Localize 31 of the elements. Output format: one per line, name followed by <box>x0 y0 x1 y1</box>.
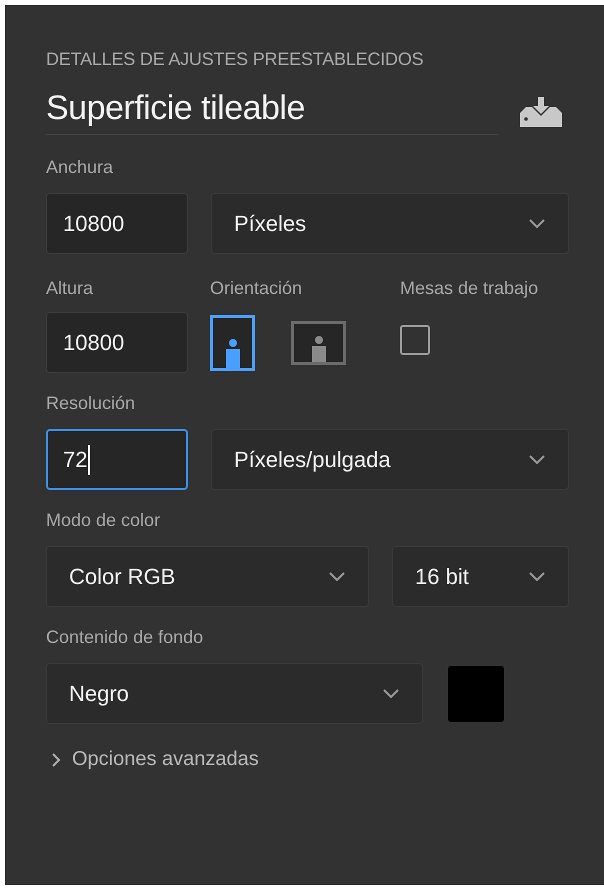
width-label: Anchura <box>46 157 114 179</box>
preset-name-field[interactable]: Superficie tileable <box>46 89 498 135</box>
chevron-down-icon <box>528 218 546 229</box>
portrait-orientation-button[interactable] <box>210 314 255 370</box>
chevron-down-icon <box>528 571 546 582</box>
width-field[interactable]: 10800 <box>46 193 188 254</box>
chevron-right-icon <box>50 752 62 768</box>
color-swatch[interactable] <box>448 666 504 722</box>
artboards-label: Mesas de trabajo <box>400 278 538 298</box>
background-label: Contenido de fondo <box>46 627 204 649</box>
chevron-down-icon <box>328 571 346 582</box>
resolution-label: Resolución <box>46 393 136 415</box>
chevron-down-icon <box>528 454 546 465</box>
landscape-orientation-button[interactable] <box>291 320 346 364</box>
artboards-checkbox[interactable] <box>400 324 430 354</box>
resolution-field[interactable]: 72 <box>46 429 188 490</box>
height-label: Altura <box>46 278 94 298</box>
width-unit-dropdown[interactable]: Píxeles <box>211 193 569 254</box>
orientation-label: Orientación <box>210 278 302 298</box>
chevron-down-icon <box>382 688 400 699</box>
color-mode-dropdown[interactable]: Color RGB <box>46 546 369 607</box>
background-dropdown[interactable]: Negro <box>46 663 423 724</box>
bit-depth-dropdown[interactable]: 16 bit <box>392 546 569 607</box>
advanced-options-toggle[interactable]: Opciones avanzadas <box>50 748 259 771</box>
save-preset-button[interactable] <box>518 95 564 129</box>
height-field[interactable]: 10800 <box>46 312 188 373</box>
resolution-unit-dropdown[interactable]: Píxeles/pulgada <box>211 429 569 490</box>
section-title: DETALLES DE AJUSTES PREESTABLECIDOS <box>46 49 424 69</box>
download-tray-icon <box>518 95 564 129</box>
text-cursor <box>88 444 90 474</box>
color-mode-label: Modo de color <box>46 510 162 532</box>
